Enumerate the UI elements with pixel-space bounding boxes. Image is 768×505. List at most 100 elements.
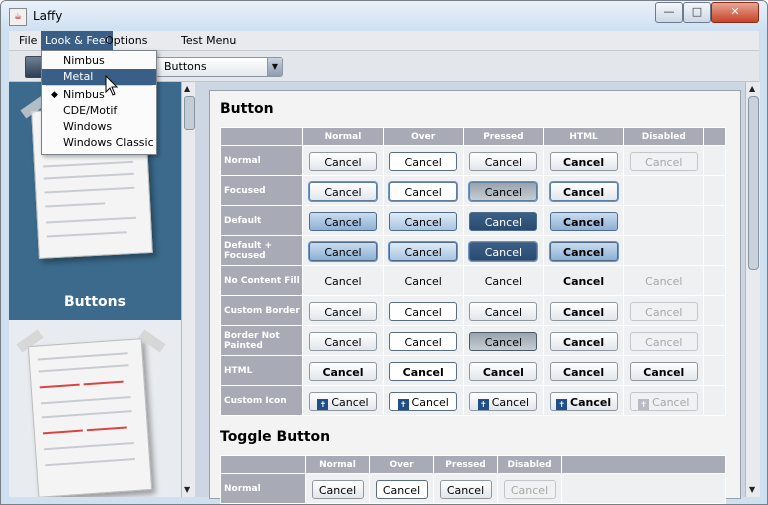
scroll-up-icon[interactable]: ▲ [749, 84, 755, 93]
cancel-button[interactable]: ✝ Cancel [389, 391, 458, 411]
row-label: No Content Fill [219, 265, 304, 296]
cancel-button: Cancel [629, 301, 698, 321]
column-header: Normal [302, 127, 384, 146]
person-icon: ✝ [397, 398, 409, 410]
column-header: Disabled [623, 127, 705, 146]
section-title-button: Button [220, 101, 274, 117]
cancel-button[interactable]: Cancel [550, 272, 618, 291]
table-row: No Content Fill Cancel Cancel Cancel Can… [219, 265, 726, 296]
button-table: Normal Over Pressed HTML Disabled Normal… [219, 127, 726, 416]
cancel-button[interactable]: Cancel [549, 151, 618, 171]
scroll-down-icon[interactable]: ▼ [184, 485, 190, 494]
cancel-button[interactable]: Cancel [469, 241, 538, 261]
page-thumbnail [27, 338, 153, 497]
cancel-button[interactable]: Cancel [469, 151, 538, 171]
menu-options[interactable]: Options [101, 31, 151, 50]
table-row: Focused Cancel Cancel Cancel Cancel [219, 175, 726, 206]
cancel-button[interactable]: Cancel [549, 241, 618, 261]
menu-item-metal[interactable]: Metal [42, 69, 156, 85]
cancel-button[interactable]: Cancel [389, 241, 458, 261]
scroll-up-icon[interactable]: ▲ [184, 84, 190, 93]
minimize-button[interactable]: — [655, 2, 683, 23]
cancel-button[interactable]: Cancel [308, 361, 377, 381]
cancel-toggle-button[interactable]: Cancel [375, 479, 428, 499]
row-label: Custom Icon [219, 385, 304, 416]
row-label: Border Not Painted [219, 325, 304, 356]
menu-test-menu[interactable]: Test Menu [177, 31, 240, 50]
cancel-button[interactable]: Cancel [309, 272, 377, 291]
menu-item-windows-classic[interactable]: Windows Classic [42, 135, 156, 151]
cancel-button[interactable]: ✝ Cancel [308, 391, 377, 411]
button-label: Cancel [652, 395, 690, 409]
row-label: Custom Border [219, 295, 304, 326]
cancel-button: Cancel [629, 151, 698, 171]
person-icon: ✝ [317, 398, 329, 410]
cancel-button: ✝ Cancel [629, 391, 698, 411]
menu-item-nimbus-selected[interactable]: ◆ Nimbus [42, 87, 156, 103]
cancel-button[interactable]: Cancel [549, 301, 618, 321]
cancel-button[interactable]: Cancel [308, 301, 377, 321]
cancel-button[interactable]: Cancel [308, 181, 377, 201]
title-bar[interactable]: ☕ Laffy — □ ✕ [1, 1, 767, 31]
cancel-button[interactable]: Cancel [308, 241, 377, 261]
menu-item-nimbus[interactable]: Nimbus [42, 53, 156, 69]
button-label: Cancel [491, 395, 530, 409]
cancel-toggle-button[interactable]: Cancel [311, 479, 364, 499]
cancel-button[interactable]: Cancel [469, 331, 538, 351]
cancel-button[interactable]: Cancel [308, 331, 377, 351]
menu-item-cde-motif[interactable]: CDE/Motif [42, 103, 156, 119]
column-header: Pressed [462, 127, 545, 146]
close-button[interactable]: ✕ [711, 2, 759, 23]
cancel-button[interactable]: Cancel [308, 211, 377, 231]
row-label: HTML [219, 355, 304, 386]
cancel-button[interactable]: Cancel [549, 361, 618, 381]
cancel-button[interactable]: Cancel [389, 151, 458, 171]
toggle-button-table: Normal Over Pressed Disabled Normal Canc… [220, 455, 726, 504]
mouse-pointer-icon [105, 75, 119, 96]
menu-bar: File Look & Feel Options Test Menu [9, 31, 759, 51]
cancel-button[interactable]: Cancel [469, 211, 538, 231]
content-scrollbar[interactable]: ▲ ▼ [745, 82, 760, 497]
cancel-button[interactable]: Cancel [469, 301, 538, 321]
cancel-button[interactable]: Cancel [389, 272, 457, 291]
row-label: Default + Focused [219, 235, 304, 266]
maximize-button[interactable]: □ [683, 2, 711, 23]
cancel-button[interactable]: Cancel [549, 181, 618, 201]
cancel-button[interactable]: ✝ Cancel [549, 391, 618, 411]
table-row: Custom Border Cancel Cancel Cancel Cance… [219, 295, 726, 326]
cancel-button[interactable]: Cancel [389, 181, 458, 201]
cancel-toggle-button[interactable]: Cancel [439, 479, 492, 499]
column-header: HTML [542, 127, 625, 146]
menu-separator [46, 85, 152, 86]
chevron-down-icon[interactable]: ▼ [267, 58, 282, 76]
cancel-button[interactable]: Cancel [389, 301, 458, 321]
demo-combo-box[interactable]: Buttons ▼ [153, 57, 283, 77]
cancel-button[interactable]: Cancel [469, 272, 537, 291]
cancel-button[interactable]: Cancel [389, 331, 458, 351]
table-row: Custom Icon ✝ Cancel ✝ Cancel ✝ Cancel ✝ Can… [219, 385, 726, 416]
column-header [561, 455, 726, 474]
app-window: ☕ Laffy — □ ✕ File Look & Feel Options T… [0, 0, 768, 505]
sidebar-item-label: Buttons [64, 294, 126, 310]
row-label: Default [219, 205, 304, 236]
cancel-button[interactable]: Cancel [549, 331, 618, 351]
scroll-thumb[interactable] [184, 96, 195, 130]
window-title: Laffy [33, 9, 63, 23]
cancel-button[interactable]: Cancel [389, 211, 458, 231]
cancel-toggle-button: Cancel [503, 479, 556, 499]
cancel-button[interactable]: Cancel [469, 361, 538, 381]
cancel-button[interactable]: Cancel [308, 151, 377, 171]
cancel-button: Cancel [629, 361, 698, 381]
sidebar-item-2[interactable] [9, 320, 181, 497]
menu-item-windows[interactable]: Windows [42, 119, 156, 135]
table-row: Default Cancel Cancel Cancel Cancel [219, 205, 726, 236]
cancel-button[interactable]: Cancel [549, 211, 618, 231]
cancel-button[interactable]: Cancel [389, 361, 458, 381]
menu-file[interactable]: File [15, 31, 41, 50]
cancel-button[interactable]: ✝ Cancel [469, 391, 538, 411]
section-title-toggle-button: Toggle Button [220, 429, 331, 445]
column-header [220, 455, 306, 474]
scroll-down-icon[interactable]: ▼ [749, 485, 755, 494]
cancel-button[interactable]: Cancel [469, 181, 538, 201]
scroll-thumb[interactable] [748, 96, 759, 270]
